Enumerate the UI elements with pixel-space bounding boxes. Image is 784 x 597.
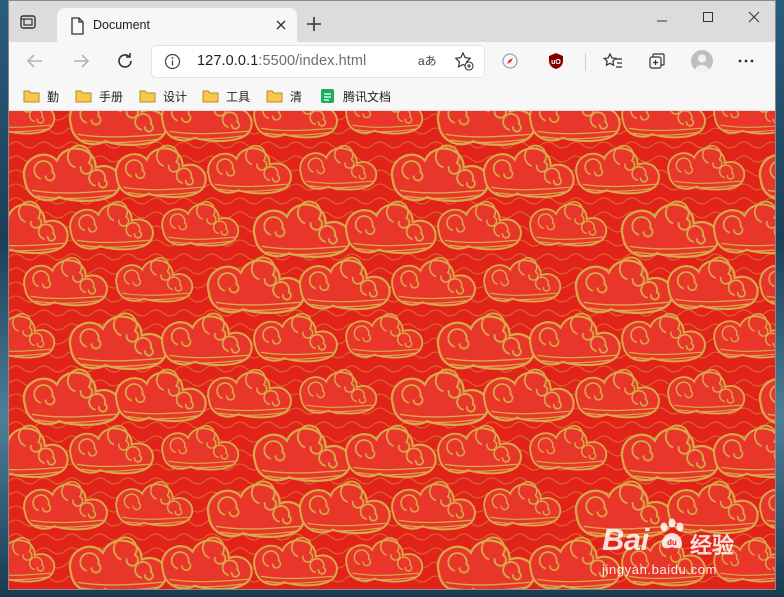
- bookmark-folder[interactable]: 工具: [202, 86, 250, 106]
- folder-icon: [23, 90, 40, 103]
- new-tab-icon[interactable]: [305, 15, 323, 33]
- more-menu-icon[interactable]: [736, 51, 756, 71]
- tab-strip: Document: [9, 1, 775, 42]
- back-arrow-icon[interactable]: [25, 51, 45, 71]
- cloud-motif: [345, 111, 424, 135]
- tab-actions-icon[interactable]: [19, 13, 37, 31]
- cloud-motif: [253, 111, 338, 139]
- url-path: :5500/index.html: [258, 53, 367, 69]
- svg-text:uO: uO: [551, 59, 561, 66]
- document-icon: [71, 17, 84, 35]
- refresh-icon[interactable]: [115, 51, 135, 71]
- address-bar[interactable]: 127.0.0.1:5500/index.html aあ: [152, 46, 484, 77]
- bookmark-label: 腾讯文档: [343, 89, 392, 104]
- page-content: [9, 111, 775, 589]
- toolbar: 127.0.0.1:5500/index.html aあ uO: [9, 42, 775, 81]
- close-tab-icon[interactable]: [273, 17, 289, 33]
- url-text[interactable]: 127.0.0.1:5500/index.html: [197, 53, 366, 69]
- cloud-motif: [713, 111, 775, 135]
- bookmark-folder[interactable]: 勤: [23, 86, 59, 106]
- bookmark-label: 手册: [99, 89, 124, 104]
- tencent-docs-icon: [321, 89, 334, 103]
- cloud-motif: [160, 111, 253, 143]
- bookmarks-bar: 勤 手册 设计 工具 清 腾讯文档: [9, 81, 775, 111]
- tab-title: Document: [93, 18, 150, 32]
- url-host: 127.0.0.1: [197, 53, 259, 69]
- folder-icon: [202, 90, 219, 103]
- bookmark-folder[interactable]: 手册: [75, 86, 123, 106]
- cloud-motif: [621, 111, 706, 139]
- profile-avatar[interactable]: [691, 50, 713, 72]
- bookmark-folder[interactable]: 设计: [139, 86, 187, 106]
- cloud-motif: [528, 111, 621, 143]
- bookmark-label: 勤: [47, 89, 60, 104]
- tab-document[interactable]: Document: [57, 8, 297, 42]
- cloud-pattern-background: [9, 111, 775, 589]
- collections-icon[interactable]: [647, 51, 667, 71]
- add-favorite-icon[interactable]: [454, 51, 474, 71]
- cloud-motif: [9, 111, 56, 135]
- bookmark-tencent-docs[interactable]: 腾讯文档: [319, 86, 391, 106]
- maximize-icon[interactable]: [685, 7, 731, 27]
- folder-icon: [139, 90, 156, 103]
- folder-icon: [266, 90, 283, 103]
- bookmark-folder[interactable]: 清: [266, 86, 302, 106]
- cloud-motif: [68, 111, 168, 147]
- toolbar-separator: [585, 53, 586, 71]
- site-info-icon[interactable]: [164, 53, 181, 70]
- folder-icon: [75, 90, 92, 103]
- bookmark-label: 工具: [226, 89, 251, 104]
- browser-window: Document 127.0.0.1:5500/index.html aあ uO…: [8, 0, 776, 590]
- cloud-motif: [436, 111, 536, 147]
- extension-compass-icon[interactable]: [500, 51, 520, 71]
- bookmark-label: 设计: [163, 89, 188, 104]
- ublock-origin-icon[interactable]: uO: [546, 51, 566, 71]
- profile-person-icon: [694, 54, 710, 72]
- bookmark-label: 清: [290, 89, 303, 104]
- favorites-icon[interactable]: [603, 51, 623, 71]
- minimize-icon[interactable]: [639, 7, 685, 27]
- close-window-icon[interactable]: [731, 7, 776, 27]
- forward-arrow-icon[interactable]: [71, 51, 91, 71]
- read-aloud-icon[interactable]: aあ: [418, 52, 437, 69]
